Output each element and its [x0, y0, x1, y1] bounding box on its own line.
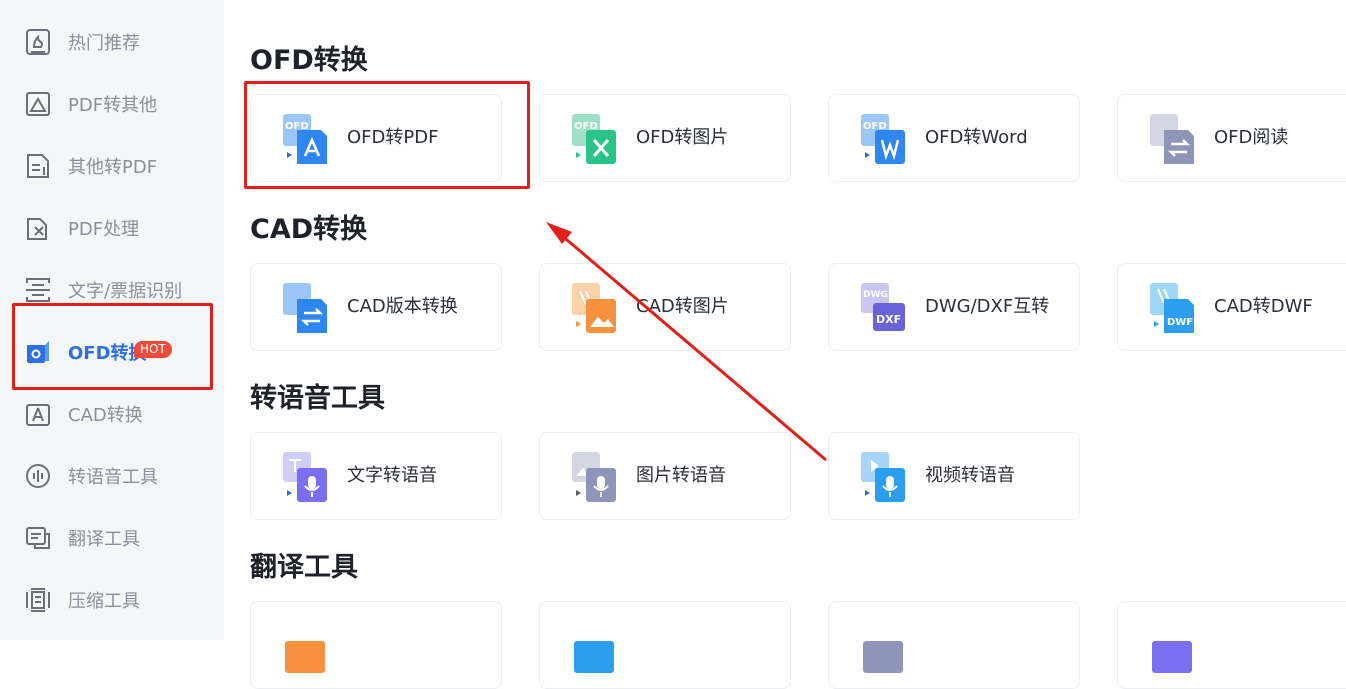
cad-to-image-icon: [572, 281, 616, 335]
scan-icon: [22, 274, 54, 306]
fire-icon: [22, 26, 54, 58]
dxf-text: DXF: [876, 313, 901, 326]
card-ofd-to-word[interactable]: OFD OFD转Word: [828, 94, 1080, 182]
card-label: OFD阅读: [1214, 127, 1289, 148]
sidebar-item-other-to-pdf[interactable]: 其他转PDF: [0, 135, 224, 197]
card-label: 视频转语音: [925, 465, 1015, 486]
hot-badge: HOT: [134, 341, 172, 358]
text-to-speech-icon: [283, 450, 327, 504]
ofd-reader-icon: [1150, 112, 1194, 166]
dwg-text: DWG: [863, 290, 888, 300]
translate-text-icon: [572, 619, 616, 673]
sidebar-item-translate[interactable]: 翻译工具: [0, 507, 224, 569]
card-translate-4[interactable]: [1117, 601, 1346, 689]
sidebar-item-pdf-process[interactable]: PDF处理: [0, 197, 224, 259]
section-title-ofd: OFD转换: [250, 45, 368, 76]
sidebar-item-compress[interactable]: 压缩工具: [0, 569, 224, 631]
sidebar-item-label: 其他转PDF: [68, 157, 158, 178]
image-file-icon: [22, 88, 54, 120]
card-video-to-speech[interactable]: 视频转语音: [828, 432, 1080, 520]
video-to-speech-icon: [861, 450, 905, 504]
card-ofd-reader[interactable]: OFD阅读: [1117, 94, 1346, 182]
ofd-to-word-icon: OFD: [861, 112, 905, 166]
main-content: OFD转换 OFD OFD转PDF OFD OFD转图片 OFD OFD转Wor…: [224, 0, 1346, 689]
card-cad-to-dwf[interactable]: DWF CAD转DWF: [1117, 263, 1346, 351]
card-dwg-dxf-convert[interactable]: DWG DXF DWG/DXF互转: [828, 263, 1080, 351]
section-title-translate: 翻译工具: [250, 552, 358, 583]
sidebar-item-label: 文字/票据识别: [68, 281, 183, 302]
card-cad-to-image[interactable]: CAD转图片: [539, 263, 791, 351]
sidebar-item-label: PDF转其他: [68, 95, 158, 116]
card-translate-1[interactable]: [250, 601, 502, 689]
edit-file-icon: [22, 212, 54, 244]
card-label: 图片转语音: [636, 465, 726, 486]
card-translate-2[interactable]: [539, 601, 791, 689]
sidebar-item-tts[interactable]: 转语音工具: [0, 445, 224, 507]
cad-version-icon: [283, 281, 327, 335]
card-label: CAD转DWF: [1214, 296, 1313, 317]
sidebar-item-label: 翻译工具: [68, 529, 140, 550]
card-label: CAD版本转换: [347, 296, 458, 317]
card-label: DWG/DXF互转: [925, 296, 1050, 317]
ofd-to-image-icon: OFD: [572, 112, 616, 166]
sidebar-item-label: PDF处理: [68, 219, 140, 240]
dwg-dxf-icon: DWG DXF: [861, 281, 905, 335]
card-label: CAD转图片: [636, 296, 729, 317]
ofd-icon: [22, 336, 54, 368]
card-image-to-speech[interactable]: 图片转语音: [539, 432, 791, 520]
sidebar: 热门推荐 PDF转其他 其他转PDF PDF处理 文字/票据识别 OFD转换 H…: [0, 0, 224, 640]
sidebar-item-hot-recommend[interactable]: 热门推荐: [0, 11, 224, 73]
translate-video-icon: [1150, 619, 1194, 673]
document-icon: [22, 150, 54, 182]
sidebar-item-label: 转语音工具: [68, 467, 158, 488]
sidebar-item-cad[interactable]: CAD转换: [0, 383, 224, 445]
sidebar-item-ofd[interactable]: OFD转换 HOT: [0, 321, 224, 383]
card-translate-3[interactable]: [828, 601, 1080, 689]
dwf-text: DWF: [1167, 317, 1193, 328]
audio-icon: [22, 460, 54, 492]
cad-icon: [22, 398, 54, 430]
card-label: OFD转Word: [925, 127, 1028, 148]
card-cad-version-convert[interactable]: CAD版本转换: [250, 263, 502, 351]
compress-icon: [22, 584, 54, 616]
translate-image-icon: [283, 619, 327, 673]
card-label: OFD转图片: [636, 127, 729, 148]
image-to-speech-icon: [572, 450, 616, 504]
ofd-to-pdf-icon: OFD: [283, 112, 327, 166]
sidebar-item-pdf-to-other[interactable]: PDF转其他: [0, 73, 224, 135]
sidebar-item-label: CAD转换: [68, 405, 143, 426]
card-label: 文字转语音: [347, 465, 437, 486]
sidebar-item-ocr[interactable]: 文字/票据识别: [0, 259, 224, 321]
card-text-to-speech[interactable]: 文字转语音: [250, 432, 502, 520]
section-title-tts: 转语音工具: [250, 383, 385, 414]
card-label: OFD转PDF: [347, 127, 439, 148]
section-title-cad: CAD转换: [250, 214, 368, 245]
translate-doc-icon: [861, 619, 905, 673]
card-ofd-to-image[interactable]: OFD OFD转图片: [539, 94, 791, 182]
sidebar-item-label: 压缩工具: [68, 591, 140, 612]
card-ofd-to-pdf[interactable]: OFD OFD转PDF: [250, 94, 502, 182]
translate-icon: [22, 522, 54, 554]
sidebar-item-label: 热门推荐: [68, 33, 140, 54]
cad-to-dwf-icon: DWF: [1150, 281, 1194, 335]
